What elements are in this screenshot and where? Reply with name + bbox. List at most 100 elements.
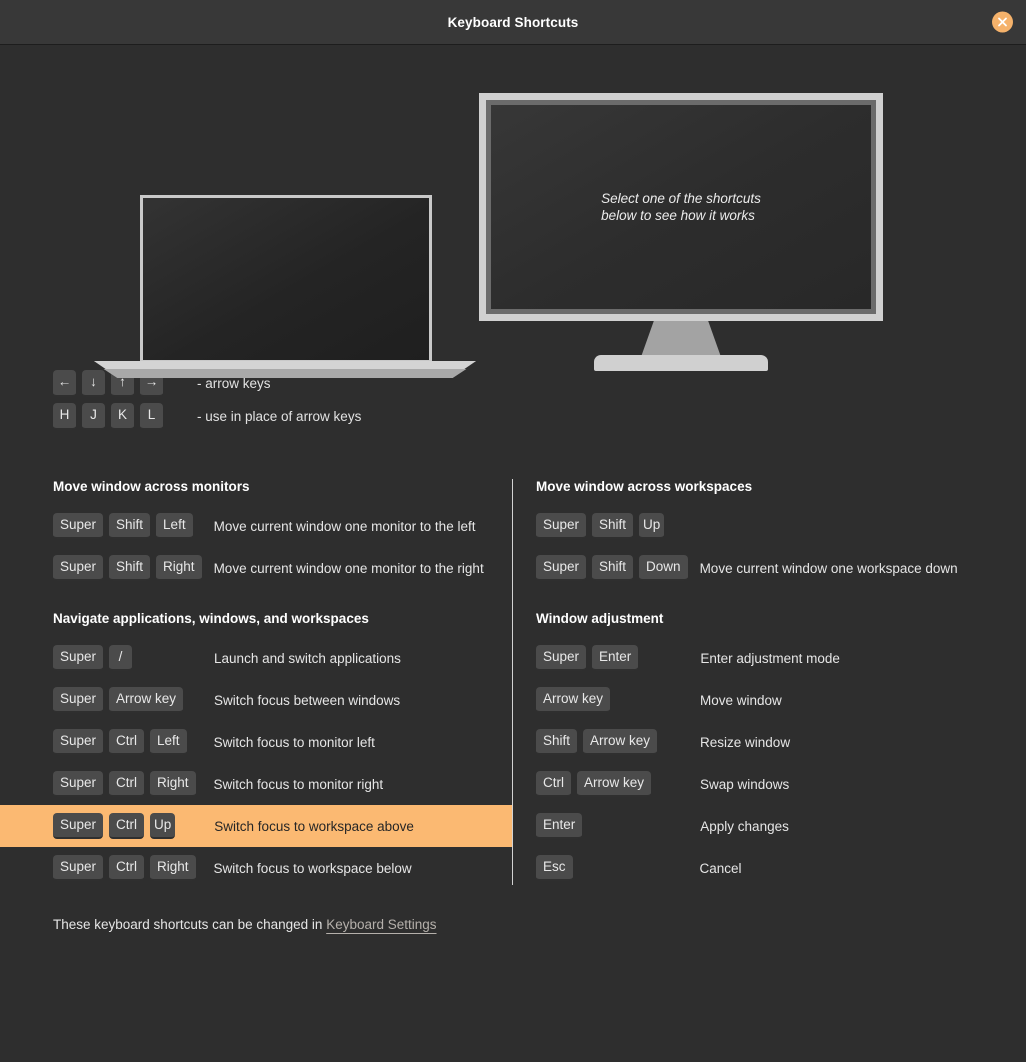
shortcut-column-right: Move window across workspaces Super Shift U… [513, 479, 1026, 885]
key-chip: Arrow key [583, 728, 658, 756]
shortcut-description: Move current window one monitor to the r… [213, 560, 484, 576]
key-chip: Super [53, 686, 104, 714]
key-chip: Right [156, 554, 202, 582]
key-chip: Right [150, 770, 196, 798]
key-chip: Super [53, 812, 104, 840]
laptop-screen [143, 198, 429, 360]
key-chip: Shift [536, 728, 578, 756]
shortcut-keys: Enter [536, 812, 583, 840]
footer-text: These keyboard shortcuts can be changed … [53, 917, 323, 932]
shortcut-row[interactable]: Super Shift Left Move current window one mo… [0, 505, 513, 547]
key-chip: Shift [592, 512, 634, 540]
shortcut-row[interactable]: Super Ctrl Left Switch focus to monitor lef… [0, 721, 513, 763]
key-chip: Enter [536, 812, 583, 840]
section-title: Move window across monitors [53, 479, 250, 494]
window-titlebar: Keyboard Shortcuts [0, 0, 1026, 45]
key-chip: Super [53, 728, 104, 756]
shortcut-row[interactable]: Super Ctrl Right Switch focus to monitor ri… [0, 763, 513, 805]
shortcut-row[interactable]: Super Enter Enter adjustment mode [536, 637, 1026, 679]
shortcut-row[interactable]: Arrow key Move window [536, 679, 1026, 721]
shortcut-row[interactable]: Enter Apply changes [536, 805, 1026, 847]
close-x-icon [998, 17, 1007, 27]
shortcut-row[interactable]: Super Shift Down Move current window one wo… [536, 547, 1026, 589]
key-chip: Left [150, 728, 187, 756]
key-chip: Arrow key [577, 770, 652, 798]
key-chip: Esc [536, 854, 573, 882]
close-button[interactable] [992, 11, 1013, 33]
shortcut-row[interactable]: Super Arrow key Switch focus between windo… [0, 679, 513, 721]
monitor-hint-text: Select one of the shortcuts below to see… [601, 190, 761, 223]
monitor-screen: Select one of the shortcuts below to see… [491, 105, 871, 309]
display-illustration: Select one of the shortcuts below to see… [0, 45, 1026, 385]
column-divider [512, 479, 513, 885]
keyboard-settings-link[interactable]: Keyboard Settings [326, 917, 436, 932]
shortcut-keys: Super Ctrl Up [53, 812, 176, 840]
key-chip: Super [536, 644, 587, 672]
key-chip: Left [156, 512, 193, 540]
shortcut-description: Move current window one workspace down [699, 560, 958, 576]
shortcut-description: Move current window one monitor to the l… [213, 518, 476, 534]
shortcut-keys: Super Ctrl Left [53, 728, 187, 756]
shortcut-row[interactable]: Ctrl Arrow key Swap windows [536, 763, 1026, 805]
key-chip: H [53, 403, 76, 430]
shortcut-row-selected[interactable]: Super Ctrl Up Switch focus to workspace abo… [0, 805, 513, 847]
key-chip: Super [53, 554, 104, 582]
laptop-base-shadow [103, 369, 467, 378]
shortcut-description: Switch focus to monitor right [213, 776, 384, 792]
laptop-lid [140, 195, 432, 363]
section-title: Navigate applications, windows, and work… [53, 611, 369, 626]
shortcut-keys: Arrow key [536, 686, 611, 714]
shortcut-columns: Move window across monitors Super Shift Lef… [0, 479, 1026, 885]
key-chip: Up [150, 812, 176, 840]
shortcut-description: Enter adjustment mode [700, 650, 840, 666]
shortcut-row[interactable]: Super / Launch and switch applications [0, 637, 513, 679]
shortcut-description: Apply changes [700, 818, 789, 834]
shortcut-row[interactable]: Super Shift Up [536, 505, 1026, 547]
key-chip: Up [639, 512, 665, 540]
footer: These keyboard shortcuts can be changed … [0, 917, 1026, 932]
shortcut-keys: Super Ctrl Right [53, 854, 196, 882]
shortcut-keys: Super Enter [536, 644, 639, 672]
shortcut-row[interactable]: Super Shift Right Move current window one m… [0, 547, 513, 589]
key-chip: Shift [109, 512, 151, 540]
key-chip: Ctrl [109, 770, 145, 798]
monitor-stand-neck [641, 321, 721, 357]
key-chip: / [109, 644, 133, 672]
monitor-stand-base [594, 355, 768, 371]
shortcut-keys: Super Arrow key [53, 686, 184, 714]
key-chip: Super [53, 770, 104, 798]
key-chip: Ctrl [536, 770, 571, 798]
key-chip: Arrow key [536, 686, 611, 714]
monitor-bezel: Select one of the shortcuts below to see… [486, 100, 876, 314]
shortcut-column-left: Move window across monitors Super Shift Lef… [0, 479, 513, 885]
key-chip: Super [53, 512, 104, 540]
shortcut-keys: Super Shift Down [536, 554, 688, 582]
monitor-frame: Select one of the shortcuts below to see… [479, 93, 883, 321]
shortcut-keys: Super / [53, 644, 133, 672]
shortcut-keys: Ctrl Arrow key [536, 770, 652, 798]
shortcut-description: Resize window [700, 734, 791, 750]
shortcut-row[interactable]: Super Ctrl Right Switch focus to workspace … [0, 847, 513, 889]
key-chip: Shift [592, 554, 634, 582]
shortcut-row[interactable]: Esc Cancel [536, 847, 1026, 889]
shortcut-keys: Super Shift Left [53, 512, 193, 540]
shortcut-description: Switch focus to workspace below [213, 860, 412, 876]
monitor-illustration: Select one of the shortcuts below to see… [479, 93, 883, 423]
key-chip: Super [536, 554, 587, 582]
shortcut-description: Switch focus to monitor left [213, 734, 375, 750]
key-chip: Down [639, 554, 688, 582]
shortcut-description: Switch focus to workspace above [214, 818, 414, 834]
shortcut-keys: Super Shift Up [536, 512, 665, 540]
key-chip: Ctrl [109, 812, 145, 840]
key-chip: Enter [592, 644, 639, 672]
key-chip: Super [53, 854, 104, 882]
shortcut-description: Launch and switch applications [214, 650, 401, 666]
shortcut-description: Switch focus between windows [214, 692, 401, 708]
section-title: Move window across workspaces [536, 479, 753, 494]
shortcut-row[interactable]: Shift Arrow key Resize window [536, 721, 1026, 763]
key-chip: Arrow key [109, 686, 184, 714]
key-chip: Super [53, 644, 104, 672]
section-title: Window adjustment [536, 611, 664, 626]
